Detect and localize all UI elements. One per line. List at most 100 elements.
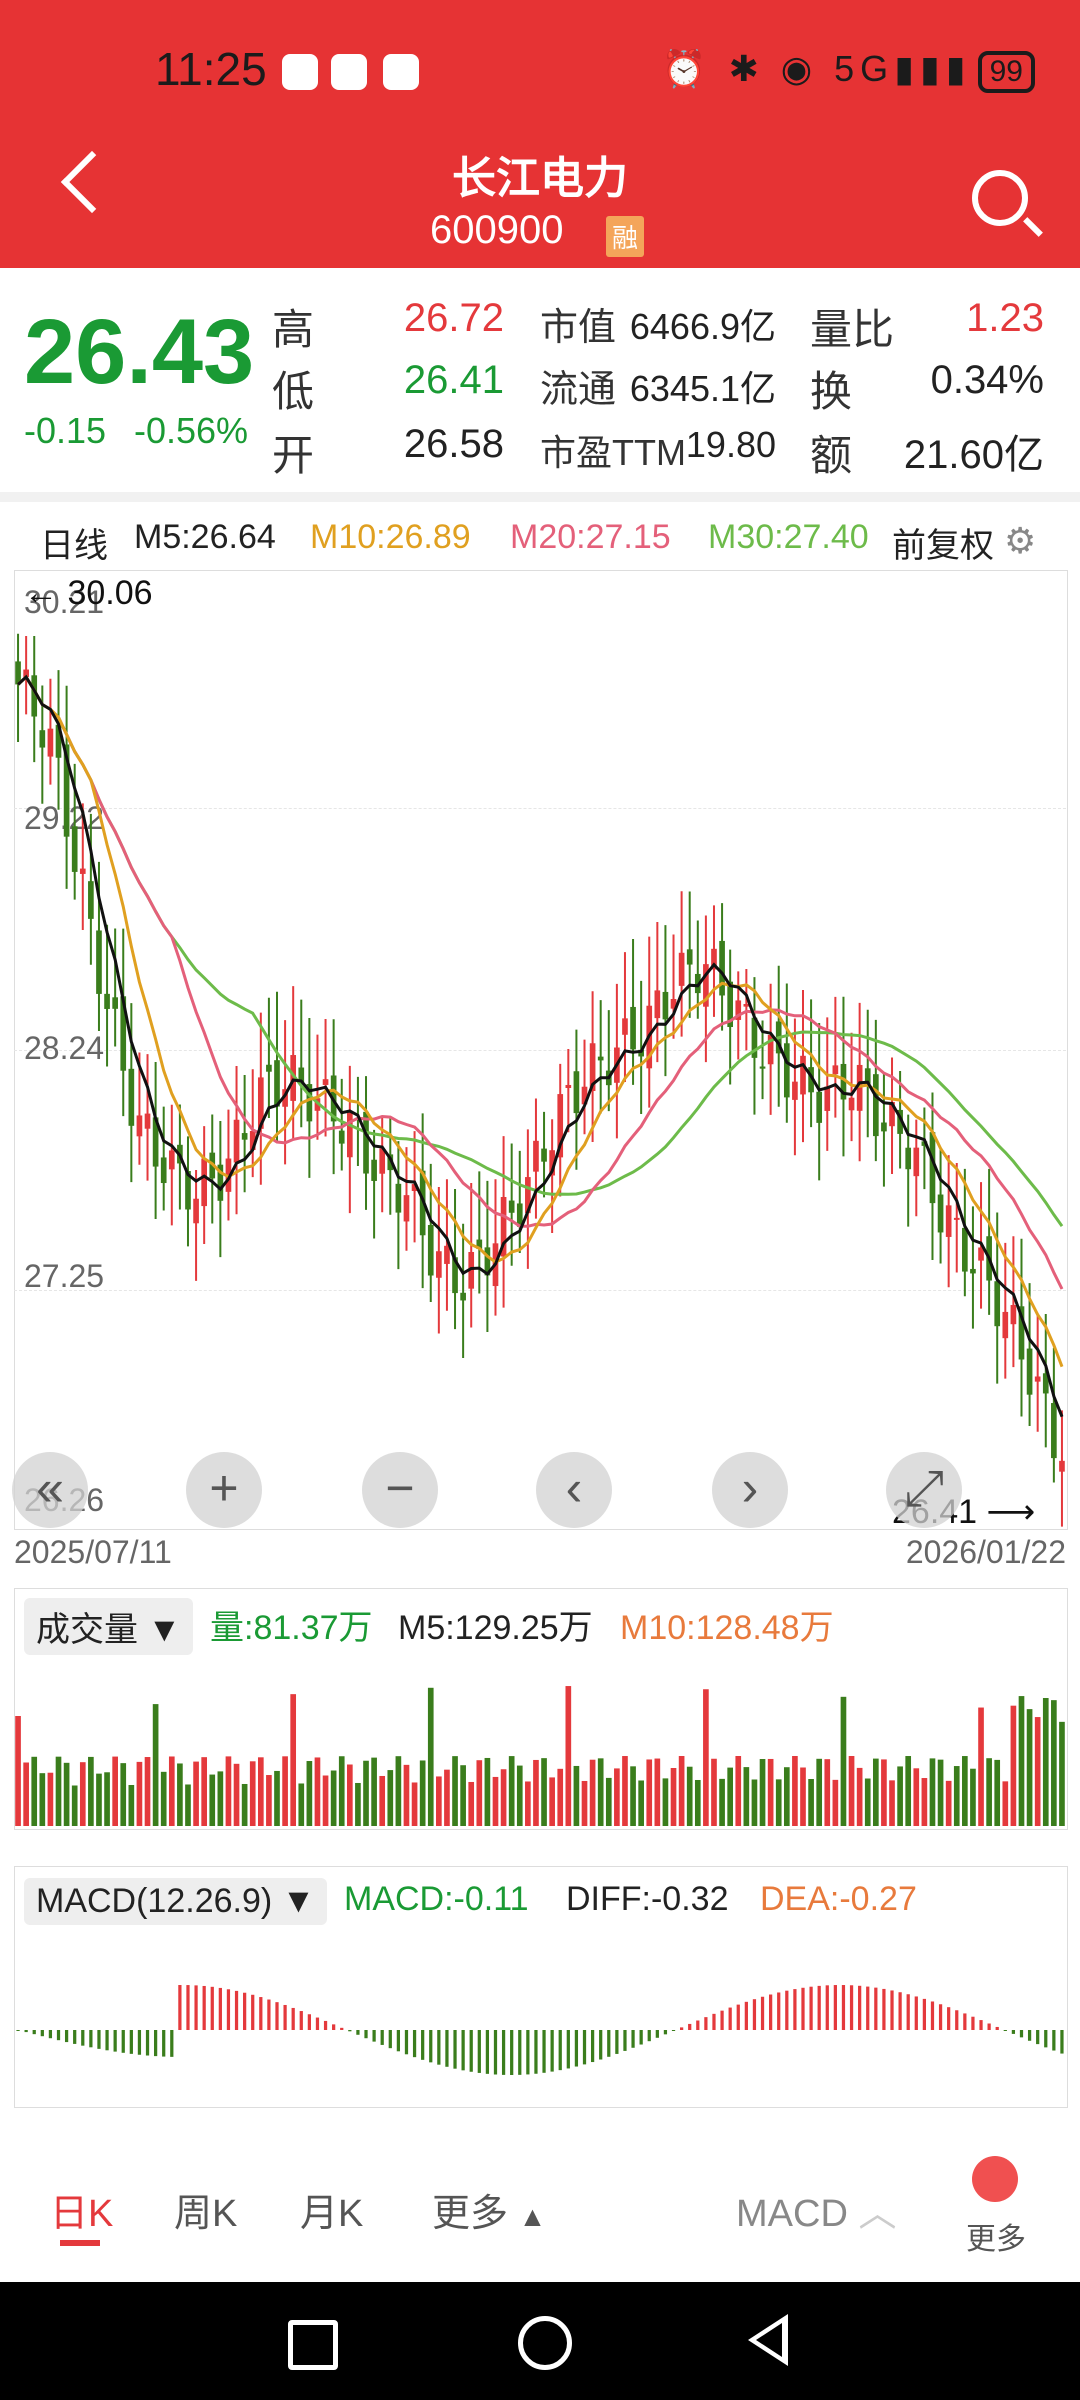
volume-bar: [929, 1758, 936, 1826]
pan-left-button[interactable]: ‹: [536, 1452, 612, 1528]
macd-bar: [542, 2030, 546, 2073]
candle-body: [241, 1133, 248, 1140]
volume-bar: [533, 1759, 539, 1826]
volume-bar: [1051, 1700, 1057, 1826]
volume-bar: [864, 1778, 871, 1826]
macd-selector[interactable]: MACD(12.26.9) ▼: [24, 1878, 328, 1925]
tab-day-k[interactable]: 日K: [50, 2182, 113, 2237]
macd-bar: [243, 1992, 247, 2030]
macd-bar: [24, 2030, 28, 2033]
candle-body: [816, 1091, 823, 1123]
macd-bar: [825, 1985, 829, 2030]
volume-bar: [168, 1756, 175, 1826]
macd-bar: [809, 1986, 813, 2030]
pe-value: 19.80: [685, 424, 776, 465]
macd-bar: [445, 2030, 449, 2067]
volume-bar: [1026, 1709, 1033, 1826]
macd-bar: [145, 2030, 150, 2056]
tab-more[interactable]: 更多 ▲: [432, 2182, 546, 2237]
volume-bar: [185, 1784, 191, 1826]
volume-bar: [970, 1768, 976, 1826]
candle-body: [128, 1068, 135, 1126]
macd-bar: [267, 1999, 271, 2030]
volume-bar: [452, 1756, 458, 1826]
volume-selector-label: 成交量: [36, 1611, 138, 1649]
macd-bar: [785, 1990, 789, 2030]
volume-bar: [274, 1770, 280, 1826]
macd-bar: [833, 1985, 837, 2030]
candle-body: [144, 1113, 151, 1129]
macd-bar: [696, 2020, 700, 2030]
volume-ratio-label: 量比: [810, 306, 895, 353]
rewind-button[interactable]: «: [12, 1452, 88, 1528]
macd-bar: [736, 2004, 740, 2030]
volume-bar: [792, 1756, 798, 1826]
candle-body: [1002, 1311, 1009, 1339]
volume-bar: [484, 1757, 491, 1826]
settings-icon[interactable]: ⚙: [1004, 520, 1036, 562]
more-label[interactable]: 更多: [966, 2214, 1026, 2258]
more-icon[interactable]: [972, 2156, 1018, 2202]
volume-bar: [638, 1780, 644, 1826]
zoom-in-button[interactable]: +: [186, 1452, 262, 1528]
search-icon[interactable]: [972, 170, 1028, 226]
current-price: 26.43: [24, 301, 255, 403]
volume-bar: [800, 1767, 806, 1826]
candle-body: [96, 930, 102, 994]
macd-bar: [655, 2030, 659, 2038]
macd-bar: [469, 2030, 473, 2072]
candle-body: [444, 1245, 450, 1264]
app-notification-icon: [331, 54, 367, 90]
volume-bar: [379, 1775, 386, 1826]
period-label[interactable]: 日线: [40, 518, 108, 567]
home-icon[interactable]: [518, 2316, 572, 2370]
volume-bar: [144, 1757, 151, 1826]
macd-bar: [777, 1992, 781, 2030]
adjust-label[interactable]: 前复权: [892, 518, 994, 567]
macd-bar: [32, 2030, 36, 2035]
chevron-up-icon: ▲: [518, 2201, 547, 2232]
macd-bar: [113, 2030, 117, 2052]
zoom-out-button[interactable]: −: [362, 1452, 438, 1528]
high-label: 高: [272, 306, 315, 353]
macd-bar: [623, 2030, 627, 2051]
recents-icon[interactable]: [288, 2320, 338, 2370]
macd-bar: [307, 2014, 311, 2030]
macd-bar: [1060, 2030, 1064, 2054]
candle-body: [160, 1157, 167, 1184]
tab-indicator[interactable]: MACD ︿: [736, 2182, 896, 2237]
candle-body: [945, 1205, 952, 1237]
macd-bar: [801, 1987, 805, 2030]
mcap-label: 市值: [540, 307, 617, 349]
dropdown-icon: ▼: [281, 1882, 316, 1920]
app-notification-icon: [383, 54, 419, 90]
volume-bar: [630, 1766, 636, 1826]
candle-body: [436, 1251, 442, 1278]
pan-right-button[interactable]: ›: [712, 1452, 788, 1528]
candle-body: [201, 1158, 208, 1207]
macd-bar: [105, 2030, 109, 2051]
macd-bar: [73, 2030, 77, 2044]
volume-bar: [436, 1776, 442, 1826]
volume-bar: [840, 1696, 847, 1826]
candle-body: [970, 1268, 976, 1274]
candle-body: [39, 730, 46, 748]
tab-more-label: 更多: [432, 2193, 509, 2235]
volume-bar: [751, 1779, 758, 1826]
ma20-label: M20:27.15: [510, 518, 671, 556]
macd-bar: [81, 2030, 85, 2046]
macd-bar: [914, 1996, 918, 2030]
volume-bar: [889, 1780, 895, 1826]
candle-body: [622, 1018, 628, 1035]
candle-body: [824, 1086, 831, 1111]
macd-bar: [971, 2016, 975, 2030]
volume-selector[interactable]: 成交量 ▼: [24, 1598, 194, 1655]
macd-bar: [218, 1987, 222, 2030]
tab-week-k[interactable]: 周K: [174, 2182, 237, 2237]
tab-month-k[interactable]: 月K: [300, 2182, 363, 2237]
candle-body: [533, 1140, 539, 1172]
volume-bar: [330, 1770, 337, 1826]
fullscreen-button[interactable]: ⤢: [886, 1452, 962, 1528]
candle-body: [274, 1060, 280, 1107]
kline-canvas[interactable]: [14, 570, 1066, 1530]
